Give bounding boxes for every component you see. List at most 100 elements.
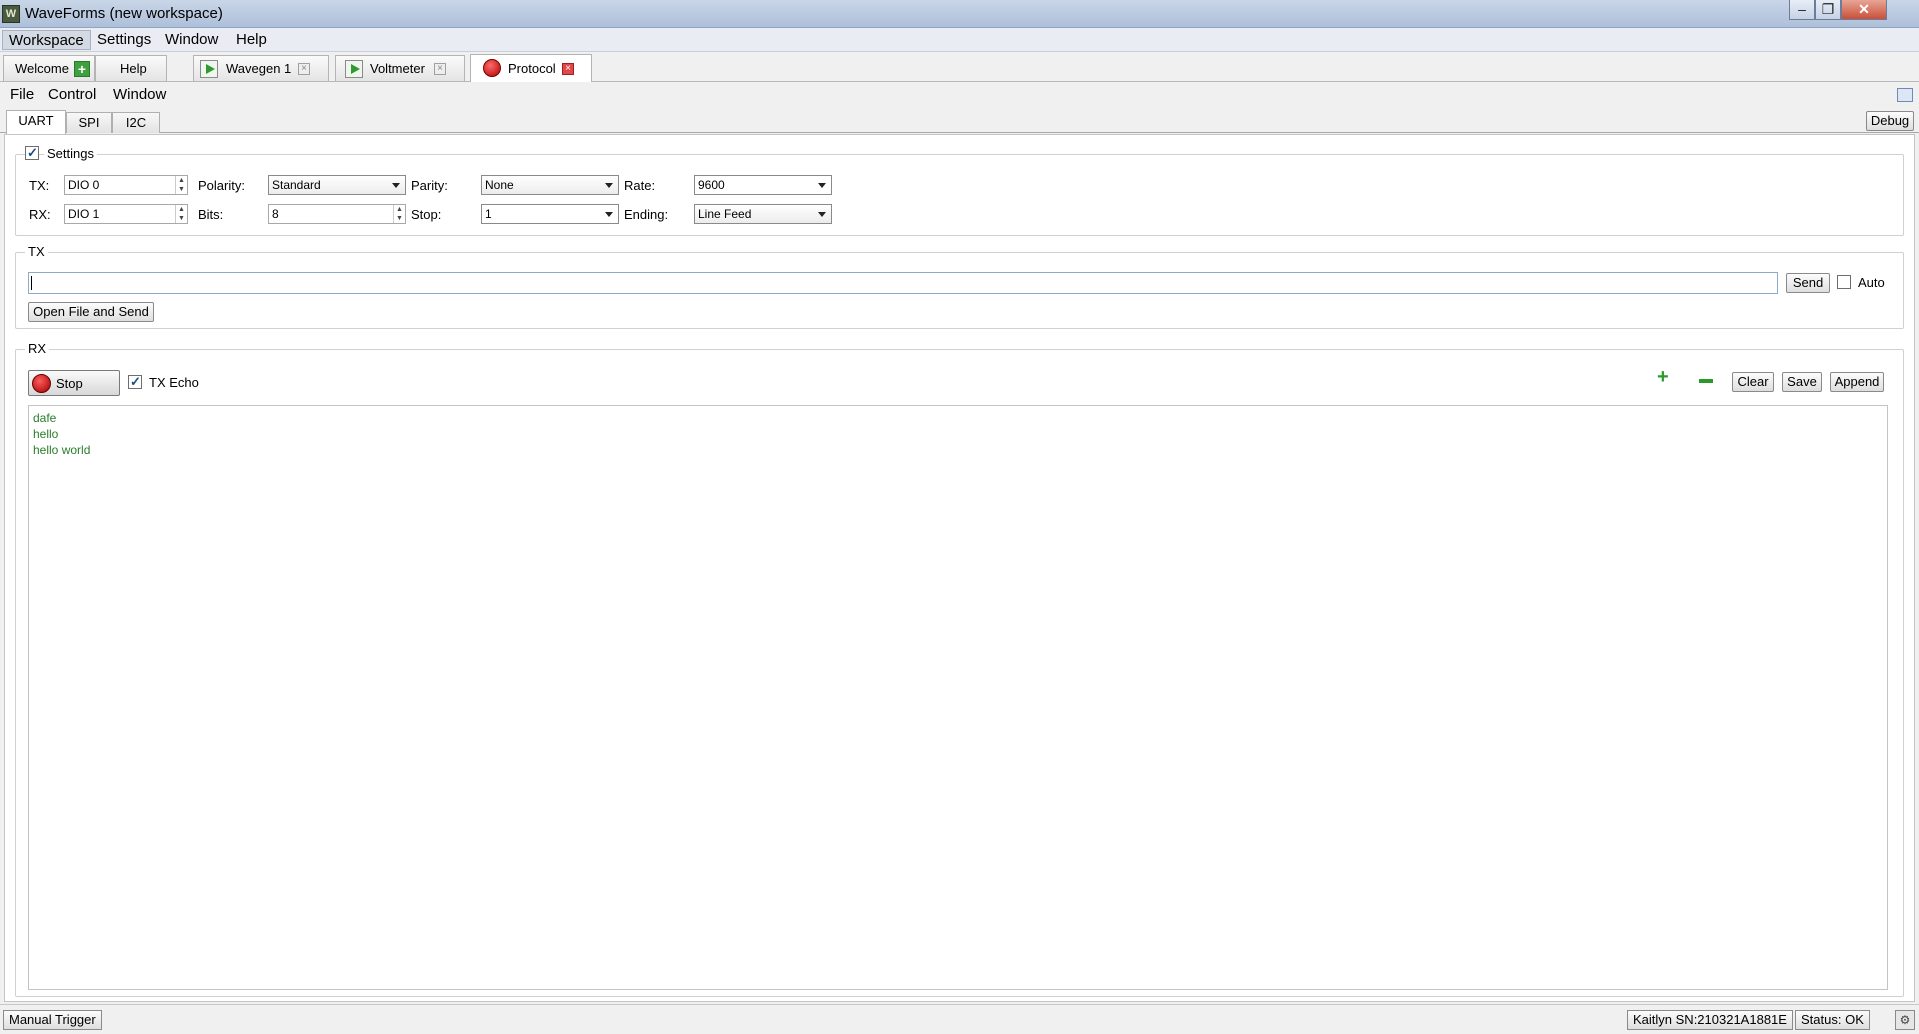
tab-help-label: Help [120,61,147,76]
chevron-down-icon [818,183,826,188]
bits-label: Bits: [198,207,224,222]
minus-icon[interactable] [1699,379,1713,383]
auto-checkbox[interactable] [1837,275,1851,289]
polarity-label: Polarity: [198,178,245,193]
bits-value: 8 [272,207,279,221]
polarity-select[interactable]: Standard [268,175,406,195]
tab-help[interactable]: Help [95,55,167,81]
rate-value: 9600 [698,178,725,192]
tx-echo-checkbox[interactable] [128,374,142,390]
chevron-down-icon [605,183,613,188]
close-tab-icon[interactable]: × [562,63,574,75]
rate-label: Rate: [624,178,656,193]
close-window-button[interactable]: ✕ [1841,0,1887,20]
stop-button[interactable]: Stop [28,370,120,396]
spinner-arrows-icon[interactable]: ▲ ▼ [175,176,187,194]
tab-voltmeter-label: Voltmeter [370,61,425,76]
menu-control[interactable]: Control [48,86,96,103]
stop-button-label: Stop [56,376,83,391]
bits-spinner[interactable]: 8 ▲ ▼ [268,204,406,224]
protocol-tabs: UART SPI I2C Debug [0,109,1919,134]
tab-uart[interactable]: UART [6,110,66,134]
auto-label: Auto [1858,275,1885,290]
add-instrument-plus-icon[interactable]: + [74,61,90,77]
close-tab-icon[interactable]: × [434,63,446,75]
uart-panel: Settings TX: DIO 0 ▲▼ RX: DIO 1 ▲▼ Polar… [4,134,1915,1002]
close-tab-icon[interactable]: × [298,63,310,75]
chevron-down-icon [392,183,400,188]
rx-line: dafe [33,411,57,425]
status-indicator[interactable]: Status: OK [1795,1010,1870,1030]
tab-protocol-label: Protocol [508,61,556,76]
tx-pin-label: TX: [29,178,50,193]
minimize-button[interactable]: – [1789,0,1815,20]
ending-label: Ending: [624,207,669,222]
rx-line: hello world [33,443,91,457]
menu-window[interactable]: Window [159,30,224,50]
menu-settings[interactable]: Settings [91,30,157,50]
open-file-and-send-button[interactable]: Open File and Send [28,302,154,322]
chevron-down-icon [818,212,826,217]
spinner-arrows-icon[interactable]: ▲ ▼ [175,205,187,223]
stop-bits-select[interactable]: 1 [481,204,619,224]
tab-i2c[interactable]: I2C [112,112,160,133]
connection-gear-icon[interactable]: ⚙ [1895,1010,1915,1030]
instrument-menu-bar: File Control Window [0,83,1919,107]
rate-select[interactable]: 9600 [694,175,832,195]
polarity-value: Standard [272,178,321,192]
dock-window-icon[interactable] [1897,88,1913,102]
rx-title: RX [25,341,50,356]
ending-select[interactable]: Line Feed [694,204,832,224]
tab-voltmeter[interactable]: Voltmeter × [335,55,465,81]
tx-title: TX [25,244,48,259]
rx-pin-label: RX: [29,207,51,222]
menu-help[interactable]: Help [230,30,273,50]
device-button[interactable]: Kaitlyn SN:210321A1881E [1627,1010,1793,1030]
tab-wavegen-1[interactable]: Wavegen 1 × [193,55,329,81]
rx-pin-spinner[interactable]: DIO 1 ▲ ▼ [64,204,188,224]
chevron-down-icon [605,212,613,217]
tab-spi[interactable]: SPI [66,112,112,133]
save-button[interactable]: Save [1782,372,1822,392]
tx-pin-spinner[interactable]: DIO 0 ▲ ▼ [64,175,188,195]
play-icon[interactable] [200,60,218,78]
title-bar: W WaveForms (new workspace) – ❐ ✕ [0,0,1919,28]
stop-bits-value: 1 [485,207,492,221]
rx-output-area[interactable]: dafe hello hello world [28,405,1888,990]
tab-wavegen-label: Wavegen 1 [226,61,292,76]
parity-value: None [485,178,514,192]
text-cursor [31,276,32,290]
rx-line: hello [33,427,59,441]
debug-button[interactable]: Debug [1866,111,1914,131]
tab-protocol[interactable]: Protocol × [470,54,592,82]
maximize-button[interactable]: ❐ [1815,0,1841,20]
play-icon[interactable] [345,60,363,78]
append-button[interactable]: Append [1830,372,1884,392]
tx-echo-label: TX Echo [149,375,199,390]
clear-button[interactable]: Clear [1732,372,1774,392]
record-icon [32,374,51,393]
menu-file[interactable]: File [10,86,34,103]
menu-workspace[interactable]: Workspace [2,30,91,50]
send-button[interactable]: Send [1786,273,1830,293]
window-title: WaveForms (new workspace) [25,5,223,22]
manual-trigger-button[interactable]: Manual Trigger [3,1010,102,1030]
workspace-tabs: Welcome + Help Wavegen 1 × Voltmeter × P… [0,52,1919,82]
parity-label: Parity: [411,178,448,193]
plus-icon[interactable]: + [1657,366,1669,389]
menu-instrument-window[interactable]: Window [113,86,166,103]
tx-text-input[interactable] [28,272,1778,294]
main-menu-bar: Workspace Settings Window Help [0,28,1919,52]
tab-welcome-label: Welcome [15,61,69,76]
stop-bits-label: Stop: [411,207,442,222]
settings-checkbox[interactable] [25,145,39,161]
tab-welcome[interactable]: Welcome + [3,55,95,81]
rx-pin-value: DIO 1 [68,207,100,221]
status-bar: Manual Trigger Kaitlyn SN:210321A1881E S… [0,1004,1919,1034]
spinner-arrows-icon[interactable]: ▲ ▼ [393,205,405,223]
ending-value: Line Feed [698,207,752,221]
parity-select[interactable]: None [481,175,619,195]
tx-pin-value: DIO 0 [68,178,100,192]
record-icon[interactable] [483,59,501,77]
settings-title: Settings [44,146,97,161]
